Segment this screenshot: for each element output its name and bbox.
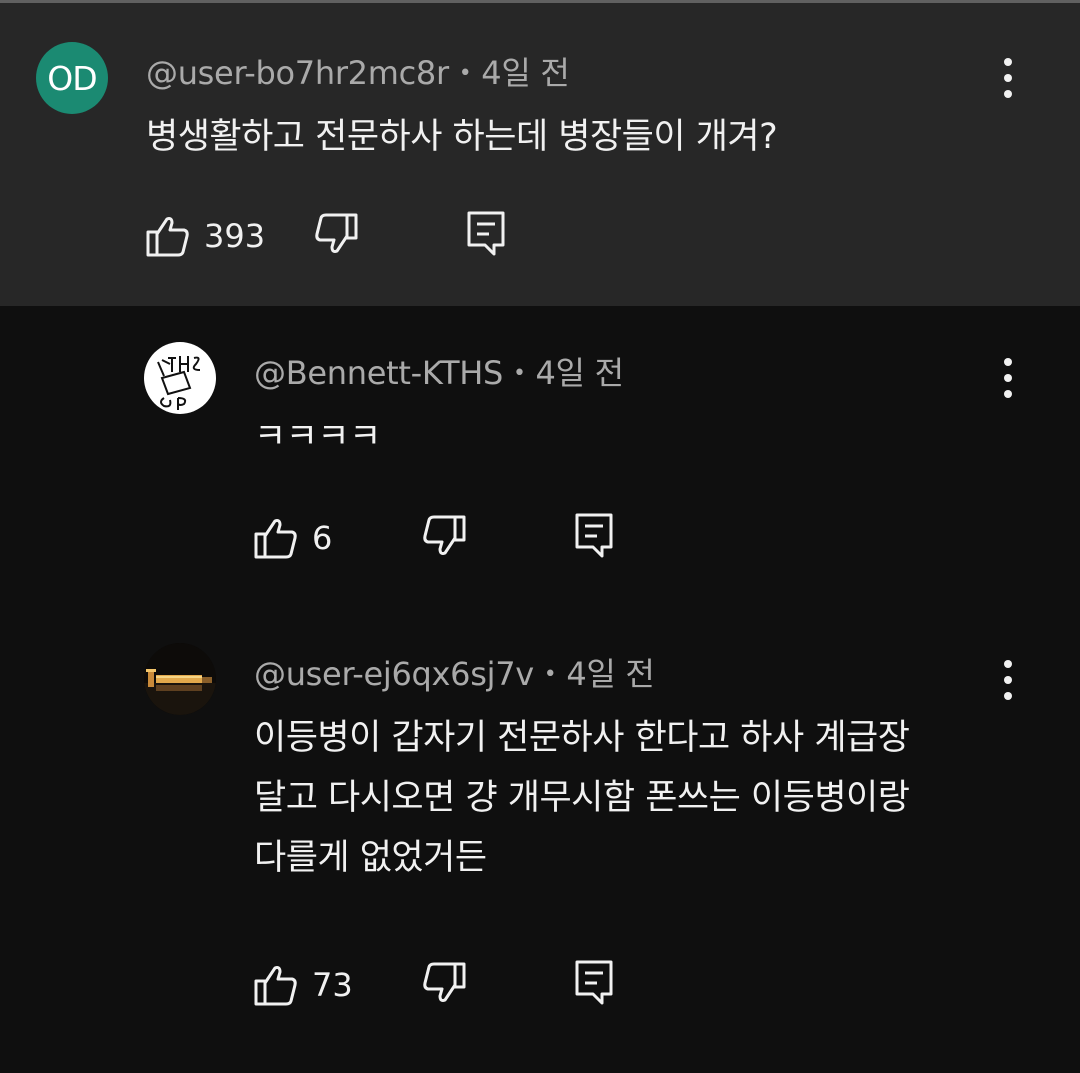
meta-separator: • <box>458 61 472 86</box>
comment-text-line: 이등병이 갑자기 전문하사 한다고 하사 계급장 <box>254 718 910 758</box>
night-photo-avatar <box>144 643 216 715</box>
comment-text: ㅋㅋㅋㅋ <box>254 407 381 467</box>
thumbs-up-icon[interactable] <box>254 517 298 559</box>
comment-time: 4일 전 <box>481 54 570 92</box>
sketch-avatar <box>157 356 201 410</box>
thumbs-down-icon[interactable] <box>314 213 358 255</box>
like-count: 393 <box>204 217 266 255</box>
comment-text-line: 달고 다시오면 걍 개무시함 폰쓰는 이등병이랑 <box>254 778 910 818</box>
meta-separator: • <box>543 662 557 687</box>
author-name[interactable]: @Bennett-KTHS <box>254 354 503 392</box>
avatar[interactable] <box>144 643 216 715</box>
comment-time: 4일 전 <box>566 655 655 693</box>
like-count: 6 <box>312 519 333 557</box>
comment-text-line: 다를게 없었거든 <box>254 838 487 878</box>
reply-icon[interactable] <box>574 959 614 1007</box>
like-count: 73 <box>312 966 353 1004</box>
more-vert-icon[interactable] <box>990 660 1026 700</box>
comment-meta: @Bennett-KTHS • 4일 전 <box>254 348 624 394</box>
avatar[interactable] <box>144 342 216 414</box>
thumbs-up-icon[interactable] <box>254 964 298 1006</box>
comment-text-line: 병생활하고 전문하사 하는데 병장들이 개겨? <box>146 117 778 157</box>
avatar[interactable]: OD <box>36 42 108 114</box>
thumbs-down-icon[interactable] <box>422 515 466 557</box>
comment-meta: @user-bo7hr2mc8r • 4일 전 <box>146 48 570 94</box>
reply-icon[interactable] <box>466 210 506 258</box>
thumbs-up-icon[interactable] <box>146 215 190 257</box>
author-name[interactable]: @user-ej6qx6sj7v <box>254 655 534 693</box>
avatar-initials: OD <box>47 58 97 98</box>
reply-icon[interactable] <box>574 512 614 560</box>
comment-time: 4일 전 <box>535 354 625 392</box>
meta-separator: • <box>512 361 526 386</box>
comment-meta: @user-ej6qx6sj7v • 4일 전 <box>254 649 655 695</box>
comment-text-line: ㅋㅋㅋㅋ <box>254 417 381 457</box>
thumbs-down-icon[interactable] <box>422 962 466 1004</box>
author-name[interactable]: @user-bo7hr2mc8r <box>146 54 449 92</box>
more-vert-icon[interactable] <box>990 58 1026 98</box>
comment-text: 이등병이 갑자기 전문하사 한다고 하사 계급장 달고 다시오면 걍 개무시함 … <box>254 708 910 888</box>
more-vert-icon[interactable] <box>990 358 1026 398</box>
comment-text: 병생활하고 전문하사 하는데 병장들이 개겨? <box>146 107 778 167</box>
